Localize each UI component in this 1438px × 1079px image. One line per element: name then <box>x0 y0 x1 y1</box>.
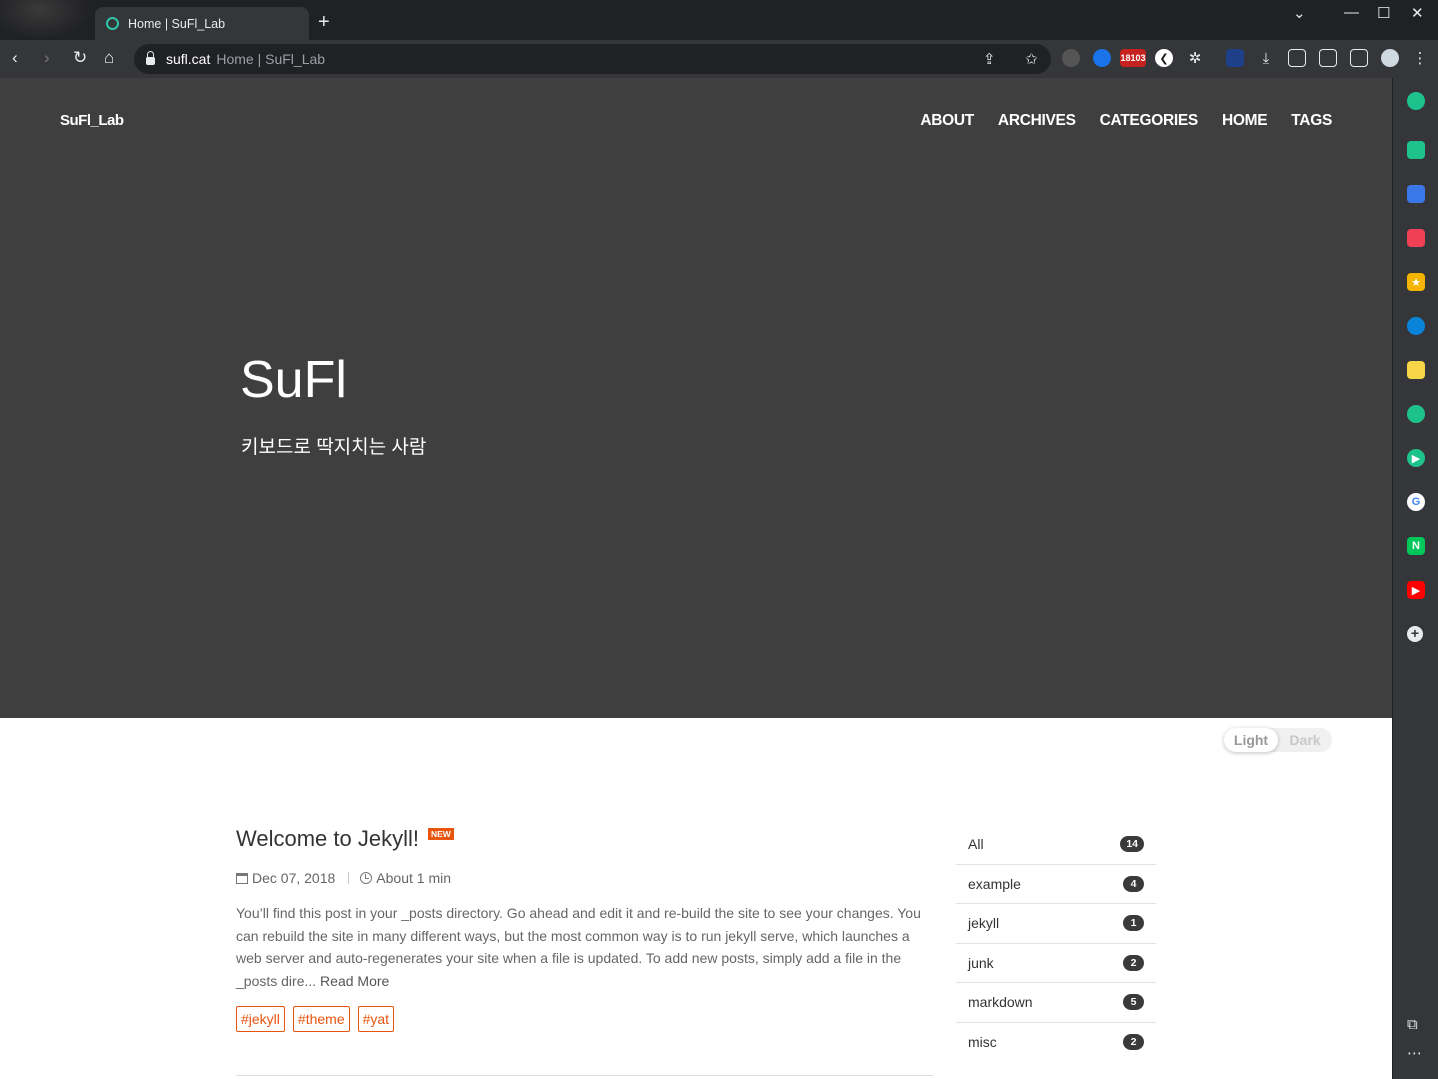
sidebar-naver-icon[interactable]: N <box>1407 537 1425 555</box>
post-date: Dec 07, 2018 <box>252 870 336 886</box>
site-brand-link[interactable]: SuFl_Lab <box>60 112 124 129</box>
web-page: SuFl_Lab ABOUT ARCHIVES CATEGORIES HOME … <box>0 78 1392 1079</box>
lock-icon <box>146 51 155 65</box>
post-card: Welcome to Jekyll! NEW Dec 07, 2018 Abou… <box>236 826 933 1032</box>
share-icon[interactable]: ⇪ <box>983 50 996 68</box>
hero-title: SuFl <box>240 351 347 409</box>
sidebar-pocket-icon[interactable] <box>1407 229 1425 247</box>
extension-translate-flag-icon[interactable] <box>1226 49 1244 67</box>
sidebar-edge-icon[interactable] <box>1407 317 1425 335</box>
browser-toolbar: ‹ › ↻ ⌂ sufl.cat Home | SuFl_Lab ⇪ ✩ 181… <box>0 40 1438 78</box>
bookmark-star-icon[interactable]: ✩ <box>1025 50 1038 68</box>
read-more-link[interactable]: Read More <box>320 973 389 989</box>
hero-banner: SuFl_Lab ABOUT ARCHIVES CATEGORIES HOME … <box>0 78 1392 718</box>
post-read-time: About 1 min <box>376 870 452 886</box>
sidebar-play-icon[interactable]: ▶ <box>1407 449 1425 467</box>
browser-sidebar: ★ ▶ G N ▶ + ⧉ ⋯ <box>1392 78 1438 1079</box>
sidebar-star-icon[interactable]: ★ <box>1407 273 1425 291</box>
menu-kebab-icon[interactable]: ⋮ <box>1411 49 1429 67</box>
meta-divider <box>348 872 350 884</box>
sidebar-more-icon[interactable]: ⋯ <box>1407 1044 1422 1062</box>
sidebar-notes-icon[interactable] <box>1407 361 1425 379</box>
extension-counter-icon[interactable]: 18103 <box>1120 49 1146 67</box>
sidebar-toggle-icon[interactable] <box>1350 49 1368 67</box>
category-name: misc <box>968 1034 997 1051</box>
new-tab-button[interactable]: + <box>318 12 330 32</box>
nav-tags[interactable]: TAGS <box>1291 112 1332 130</box>
maximize-icon[interactable]: ☐ <box>1377 4 1390 22</box>
url-host: sufl.cat <box>166 51 211 67</box>
nav-home[interactable]: HOME <box>1222 112 1268 130</box>
theme-light-option[interactable]: Light <box>1224 728 1278 752</box>
site-nav: ABOUT ARCHIVES CATEGORIES HOME TAGS <box>920 112 1332 130</box>
category-count-badge: 4 <box>1123 875 1144 892</box>
category-count-badge: 5 <box>1123 994 1144 1011</box>
category-list: All 14 example 4 jekyll 1 junk 2 markdow… <box>956 825 1156 1062</box>
category-name: All <box>968 836 984 853</box>
sidebar-add-icon[interactable]: + <box>1407 626 1423 642</box>
nav-categories[interactable]: CATEGORIES <box>1100 112 1199 130</box>
nav-archives[interactable]: ARCHIVES <box>998 112 1076 130</box>
category-name: example <box>968 875 1021 892</box>
category-item-markdown[interactable]: markdown 5 <box>956 983 1156 1023</box>
sidebar-app-circle-icon[interactable] <box>1407 92 1425 110</box>
reload-icon[interactable]: ↻ <box>73 48 87 68</box>
post-tags: #jekyll #theme #yat <box>236 1006 933 1032</box>
back-icon[interactable]: ‹ <box>12 48 18 68</box>
category-name: junk <box>968 954 994 971</box>
category-item-misc[interactable]: misc 2 <box>956 1023 1156 1063</box>
address-bar[interactable]: sufl.cat Home | SuFl_Lab ⇪ ✩ <box>134 44 1051 74</box>
category-count-badge: 14 <box>1120 836 1144 853</box>
post-divider <box>236 1075 933 1076</box>
extensions-puzzle-icon[interactable]: ✲ <box>1186 49 1204 67</box>
hero-subtitle: 키보드로 딱지치는 사람 <box>241 437 427 458</box>
post-meta: Dec 07, 2018 About 1 min <box>236 870 933 886</box>
minimize-icon[interactable]: — <box>1344 4 1359 21</box>
tab-search-icon[interactable]: ⌄ <box>1293 4 1306 22</box>
site-favicon-icon <box>106 17 119 30</box>
tag-theme[interactable]: #theme <box>292 1006 350 1032</box>
tab-strip: Home | SuFl_Lab + ⌄ — ☐ ✕ <box>0 0 1438 40</box>
tag-jekyll[interactable]: #jekyll <box>236 1006 285 1032</box>
category-item-jekyll[interactable]: jekyll 1 <box>956 904 1156 944</box>
post-excerpt: You’ll find this post in your _posts dir… <box>236 902 933 992</box>
category-name: jekyll <box>968 915 1000 932</box>
twitter-icon <box>0 0 90 40</box>
clock-icon <box>360 872 373 884</box>
media-icon[interactable] <box>1288 49 1306 67</box>
extension-clock-icon[interactable] <box>1093 49 1111 67</box>
tab-active[interactable]: Home | SuFl_Lab <box>95 7 309 40</box>
category-item-junk[interactable]: junk 2 <box>956 944 1156 983</box>
category-count-badge: 2 <box>1123 1034 1144 1051</box>
extension-back-icon[interactable]: ❮ <box>1155 49 1173 67</box>
sidebar-briefcase-icon[interactable] <box>1407 185 1425 203</box>
theme-dark-option[interactable]: Dark <box>1278 732 1332 748</box>
downloads-icon[interactable]: ⤓ <box>1257 49 1275 67</box>
category-name: markdown <box>968 994 1033 1011</box>
sidebar-youtube-icon[interactable]: ▶ <box>1407 581 1425 599</box>
category-item-example[interactable]: example 4 <box>956 865 1156 904</box>
category-count-badge: 1 <box>1123 915 1144 932</box>
close-icon[interactable]: ✕ <box>1411 4 1424 22</box>
category-item-all[interactable]: All 14 <box>956 825 1156 865</box>
url-page-title: Home | SuFl_Lab <box>216 51 326 67</box>
sidebar-notification-icon[interactable] <box>1407 141 1425 159</box>
screenshot-icon[interactable] <box>1319 49 1337 67</box>
tab-title: Home | SuFl_Lab <box>128 16 226 31</box>
theme-toggle[interactable]: Light Dark <box>1224 728 1332 752</box>
post-title-link[interactable]: Welcome to Jekyll! <box>236 826 419 852</box>
tag-yat[interactable]: #yat <box>357 1006 395 1032</box>
new-badge: NEW <box>427 828 454 840</box>
sidebar-bookmark-icon[interactable] <box>1407 405 1425 423</box>
profile-avatar[interactable] <box>1381 49 1399 67</box>
home-icon[interactable]: ⌂ <box>104 48 114 68</box>
category-count-badge: 2 <box>1123 954 1144 971</box>
nav-about[interactable]: ABOUT <box>920 112 974 130</box>
sidebar-google-icon[interactable]: G <box>1407 493 1425 511</box>
calendar-icon <box>236 872 248 884</box>
extension-mouse-icon[interactable] <box>1062 49 1080 67</box>
forward-icon[interactable]: › <box>44 48 50 68</box>
sidebar-external-link-icon[interactable]: ⧉ <box>1407 1016 1418 1033</box>
